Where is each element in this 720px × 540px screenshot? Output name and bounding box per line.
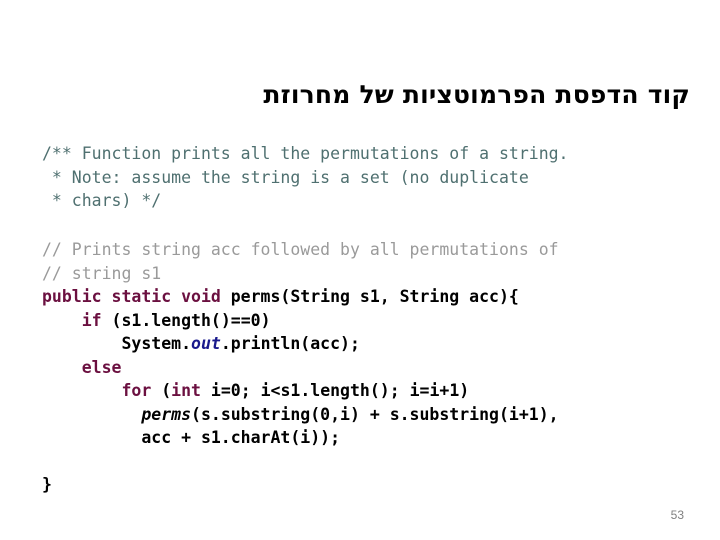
code-token: (s1.length()==0): [101, 310, 271, 330]
code-line-comment-2: // string s1: [42, 262, 559, 286]
code-token: out: [191, 334, 221, 353]
code-line-for-statement: for (int i=0; i<s1.length(); i=i+1): [42, 379, 559, 403]
code-token: .println(acc);: [220, 334, 360, 353]
code-token: /** Function prints all the permutations…: [42, 144, 569, 163]
code-line-recursive-call-2: acc + s1.charAt(i));: [42, 426, 559, 450]
code-line-else-statement: else: [42, 356, 559, 380]
code-token: }: [42, 475, 52, 494]
javadoc-comment-block: /** Function prints all the permutations…: [42, 142, 569, 213]
code-token: // Prints string acc followed by all per…: [42, 240, 559, 259]
code-line-if-statement: if (s1.length()==0): [42, 309, 559, 333]
code-line-recursive-call-1: perms(s.substring(0,i) + s.substring(i+1…: [42, 403, 559, 427]
javadoc-line: * chars) */: [42, 189, 569, 213]
code-line-closing-brace: }: [42, 473, 559, 497]
code-line-println-statement: System.out.println(acc);: [42, 332, 559, 356]
code-token: else: [81, 357, 122, 377]
code-line-comment-1: // Prints string acc followed by all per…: [42, 238, 559, 262]
page-number: 53: [670, 508, 684, 522]
code-token: for: [121, 381, 152, 400]
code-token: * Note: assume the string is a set (no d…: [42, 167, 529, 187]
code-token: acc + s1.charAt(i));: [42, 428, 341, 447]
slide-canvas: קוד הדפסת הפרמוטציות של מחרוזת /** Funct…: [0, 0, 720, 540]
code-token: if: [81, 310, 102, 330]
code-token: (: [151, 381, 172, 400]
code-token: System.: [42, 334, 192, 353]
java-code-block: // Prints string acc followed by all per…: [42, 238, 559, 497]
code-token: perms: [141, 404, 192, 424]
code-token: perms(String s1, String acc){: [230, 287, 519, 306]
code-token: i=0; i<s1.length(); i=i+1): [200, 381, 470, 400]
code-token: int: [171, 381, 201, 400]
code-token: public static void: [42, 287, 231, 306]
code-line-signature: public static void perms(String s1, Stri…: [42, 285, 559, 309]
page-title: קוד הדפסת הפרמוטציות של מחרוזת: [263, 79, 690, 109]
code-token: // string s1: [42, 263, 162, 283]
code-token: (s.substring(0,i) + s.substring(i+1),: [191, 404, 559, 424]
javadoc-line: * Note: assume the string is a set (no d…: [42, 166, 569, 190]
javadoc-line: /** Function prints all the permutations…: [42, 142, 569, 166]
code-token: * chars) */: [42, 191, 162, 210]
code-line-blank-1: [42, 450, 559, 474]
